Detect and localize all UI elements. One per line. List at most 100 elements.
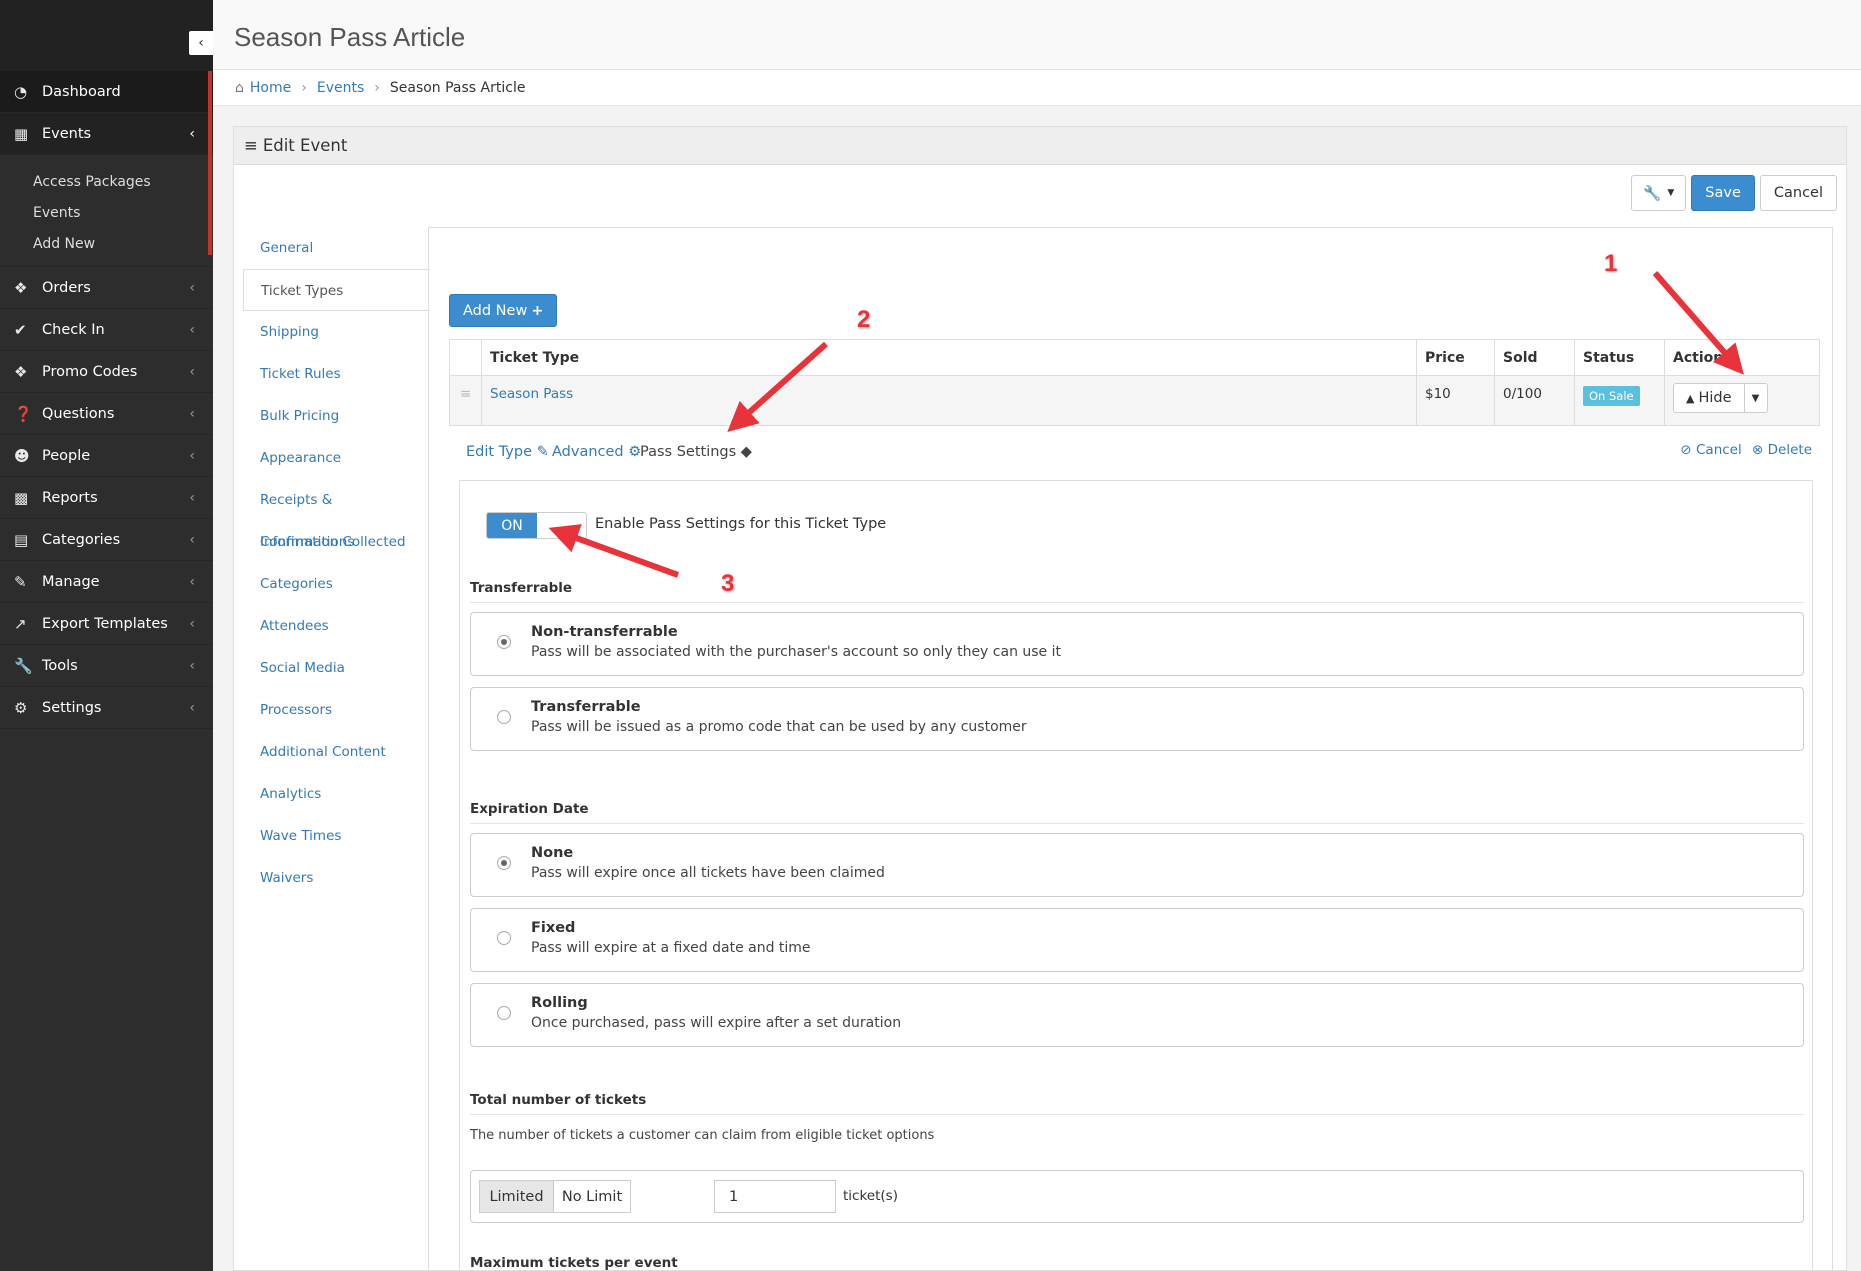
sidebar-item-promo-codes[interactable]: ❖ Promo Codes ‹ — [0, 351, 213, 393]
radio-non-transferrable[interactable] — [497, 635, 511, 649]
sidebar-item-export-templates[interactable]: ↗ Export Templates ‹ — [0, 603, 213, 645]
delete-link[interactable]: ⊗ Delete — [1752, 442, 1812, 458]
ticket-type-name-link[interactable]: Season Pass — [481, 375, 1417, 426]
breadcrumb-home-link[interactable]: Home — [250, 80, 291, 96]
sidebar-item-settings[interactable]: ⚙ Settings ‹ — [0, 687, 213, 729]
save-button[interactable]: Save — [1691, 175, 1755, 211]
option-transferrable[interactable]: Transferrable Pass will be issued as a p… — [470, 687, 1804, 751]
tab-appearance[interactable]: Appearance — [243, 437, 429, 479]
ticket-price: $10 — [1416, 375, 1495, 426]
option-description: Pass will be issued as a promo code that… — [531, 719, 1027, 735]
option-expiration-fixed[interactable]: Fixed Pass will expire at a fixed date a… — [470, 908, 1804, 972]
total-tickets-description: The number of tickets a customer can cla… — [470, 1128, 935, 1143]
tab-advanced[interactable]: Advanced ⚙ — [552, 444, 641, 460]
tab-processors[interactable]: Processors — [243, 689, 429, 731]
annotation-label-1: 1 — [1604, 250, 1618, 277]
radio-transferrable[interactable] — [497, 710, 511, 724]
tab-wave-times[interactable]: Wave Times — [243, 815, 429, 857]
pass-settings-label: Pass Settings — [640, 444, 737, 460]
sidebar-item-orders[interactable]: ❖ Orders ‹ — [0, 267, 213, 309]
cancel-button[interactable]: Cancel — [1759, 175, 1837, 211]
sidebar-header: ‹ — [0, 0, 213, 71]
chevron-left-icon: ‹ — [189, 125, 195, 142]
limited-option[interactable]: Limited — [479, 1180, 554, 1213]
chevron-left-icon: ‹ — [189, 489, 195, 506]
sidebar-item-dashboard[interactable]: ◔ Dashboard — [0, 71, 213, 113]
enable-pass-settings-toggle[interactable]: ON — [486, 512, 587, 539]
chevron-left-icon: ‹ — [189, 447, 195, 464]
breadcrumb-current: Season Pass Article — [389, 79, 526, 96]
sidebar-item-label: Categories — [42, 531, 121, 548]
sidebar-item-manage[interactable]: ✎ Manage ‹ — [0, 561, 213, 603]
drag-handle-icon[interactable]: ≡ — [449, 375, 482, 426]
tab-attendees[interactable]: Attendees — [243, 605, 429, 647]
add-new-ticket-type-button[interactable]: Add New + — [449, 294, 558, 327]
radio-expiration-rolling[interactable] — [497, 1006, 511, 1020]
submenu-item-events[interactable]: Events — [0, 198, 213, 229]
hide-button-group: ▲ Hide ▼ — [1673, 383, 1768, 413]
tab-analytics[interactable]: Analytics — [243, 773, 429, 815]
sidebar-item-label: Reports — [42, 489, 98, 506]
collapse-sidebar-button[interactable]: ‹ — [189, 31, 213, 55]
annotation-label-3: 3 — [721, 570, 735, 597]
tab-additional-content[interactable]: Additional Content — [243, 731, 429, 773]
times-circle-icon: ⊗ — [1752, 442, 1764, 458]
toggle-label: Enable Pass Settings for this Ticket Typ… — [595, 516, 887, 532]
section-title-total-tickets: Total number of tickets — [470, 1092, 1804, 1115]
ticket-count-input[interactable]: 1 — [714, 1180, 836, 1213]
external-link-icon: ↗ — [14, 614, 27, 633]
tab-general[interactable]: General — [243, 227, 429, 269]
chevron-left-icon: ‹ — [189, 657, 195, 674]
hide-button[interactable]: ▲ Hide — [1674, 384, 1745, 412]
no-limit-option[interactable]: No Limit — [553, 1180, 631, 1213]
radio-expiration-fixed[interactable] — [497, 931, 511, 945]
tab-bulk-pricing[interactable]: Bulk Pricing — [243, 395, 429, 437]
edit-event-panel: ≡ Edit Event 🔧 ▼ Save Cancel General Tic… — [233, 126, 1847, 1271]
sidebar-item-events[interactable]: ▦ Events ‹ — [0, 113, 213, 155]
tab-ticket-types[interactable]: Ticket Types — [243, 269, 430, 311]
tab-edit-type[interactable]: Edit Type ✎ — [466, 444, 549, 460]
tab-waivers[interactable]: Waivers — [243, 857, 429, 899]
option-description: Pass will expire once all tickets have b… — [531, 865, 885, 881]
edit-icon: ✎ — [14, 572, 27, 591]
radio-expiration-none[interactable] — [497, 856, 511, 870]
chevron-left-icon: ‹ — [189, 279, 195, 296]
option-expiration-rolling[interactable]: Rolling Once purchased, pass will expire… — [470, 983, 1804, 1047]
sidebar-item-reports[interactable]: ▩ Reports ‹ — [0, 477, 213, 519]
tab-pass-settings[interactable]: Pass Settings ◆ — [640, 444, 752, 460]
ticket-type-actions: ⊘ Cancel ⊗ Delete — [1680, 442, 1812, 458]
sidebar-item-people[interactable]: ☻ People ‹ — [0, 435, 213, 477]
event-tabs: General Ticket Types Shipping Ticket Rul… — [243, 227, 430, 899]
sidebar-item-label: Events — [42, 125, 92, 142]
cancel-link[interactable]: ⊘ Cancel — [1680, 442, 1741, 458]
chevron-left-icon: ‹ — [189, 699, 195, 716]
tab-categories[interactable]: Categories — [243, 563, 429, 605]
sidebar-item-label: Settings — [42, 699, 102, 716]
sidebar-item-categories[interactable]: ▤ Categories ‹ — [0, 519, 213, 561]
tab-receipts-confirmations[interactable]: Receipts & Confirmations — [243, 479, 429, 550]
option-title: Non-transferrable — [531, 624, 678, 640]
tab-information-collected[interactable]: Information Collected — [243, 521, 429, 563]
chevron-up-icon: ▲ — [1686, 391, 1695, 405]
tab-social-media[interactable]: Social Media — [243, 647, 429, 689]
ticket-count-unit: ticket(s) — [843, 1188, 898, 1204]
status-badge: On Sale — [1583, 386, 1640, 406]
breadcrumb-events-link[interactable]: Events — [317, 80, 364, 96]
breadcrumb: ⌂ Home › Events › Season Pass Article — [213, 70, 1861, 106]
submenu-item-add-new[interactable]: Add New — [0, 229, 213, 260]
option-expiration-none[interactable]: None Pass will expire once all tickets h… — [470, 833, 1804, 897]
tools-dropdown-button[interactable]: 🔧 ▼ — [1631, 175, 1687, 211]
caret-down-icon: ▼ — [1751, 392, 1760, 404]
actions-dropdown-toggle[interactable]: ▼ — [1745, 384, 1767, 412]
submenu-item-access-packages[interactable]: Access Packages — [0, 167, 213, 198]
option-non-transferrable[interactable]: Non-transferrable Pass will be associate… — [470, 612, 1804, 676]
tab-ticket-rules[interactable]: Ticket Rules — [243, 353, 429, 395]
tab-shipping[interactable]: Shipping — [243, 311, 429, 353]
sidebar-item-check-in[interactable]: ✔ Check In ‹ — [0, 309, 213, 351]
sidebar-item-questions[interactable]: ❓ Questions ‹ — [0, 393, 213, 435]
ban-icon: ⊘ — [1680, 442, 1692, 458]
panel-title: Edit Event — [262, 136, 348, 155]
section-title-expiration: Expiration Date — [470, 801, 1804, 824]
sidebar-item-tools[interactable]: 🔧 Tools ‹ — [0, 645, 213, 687]
section-title-max-tickets: Maximum tickets per event — [470, 1255, 1804, 1271]
